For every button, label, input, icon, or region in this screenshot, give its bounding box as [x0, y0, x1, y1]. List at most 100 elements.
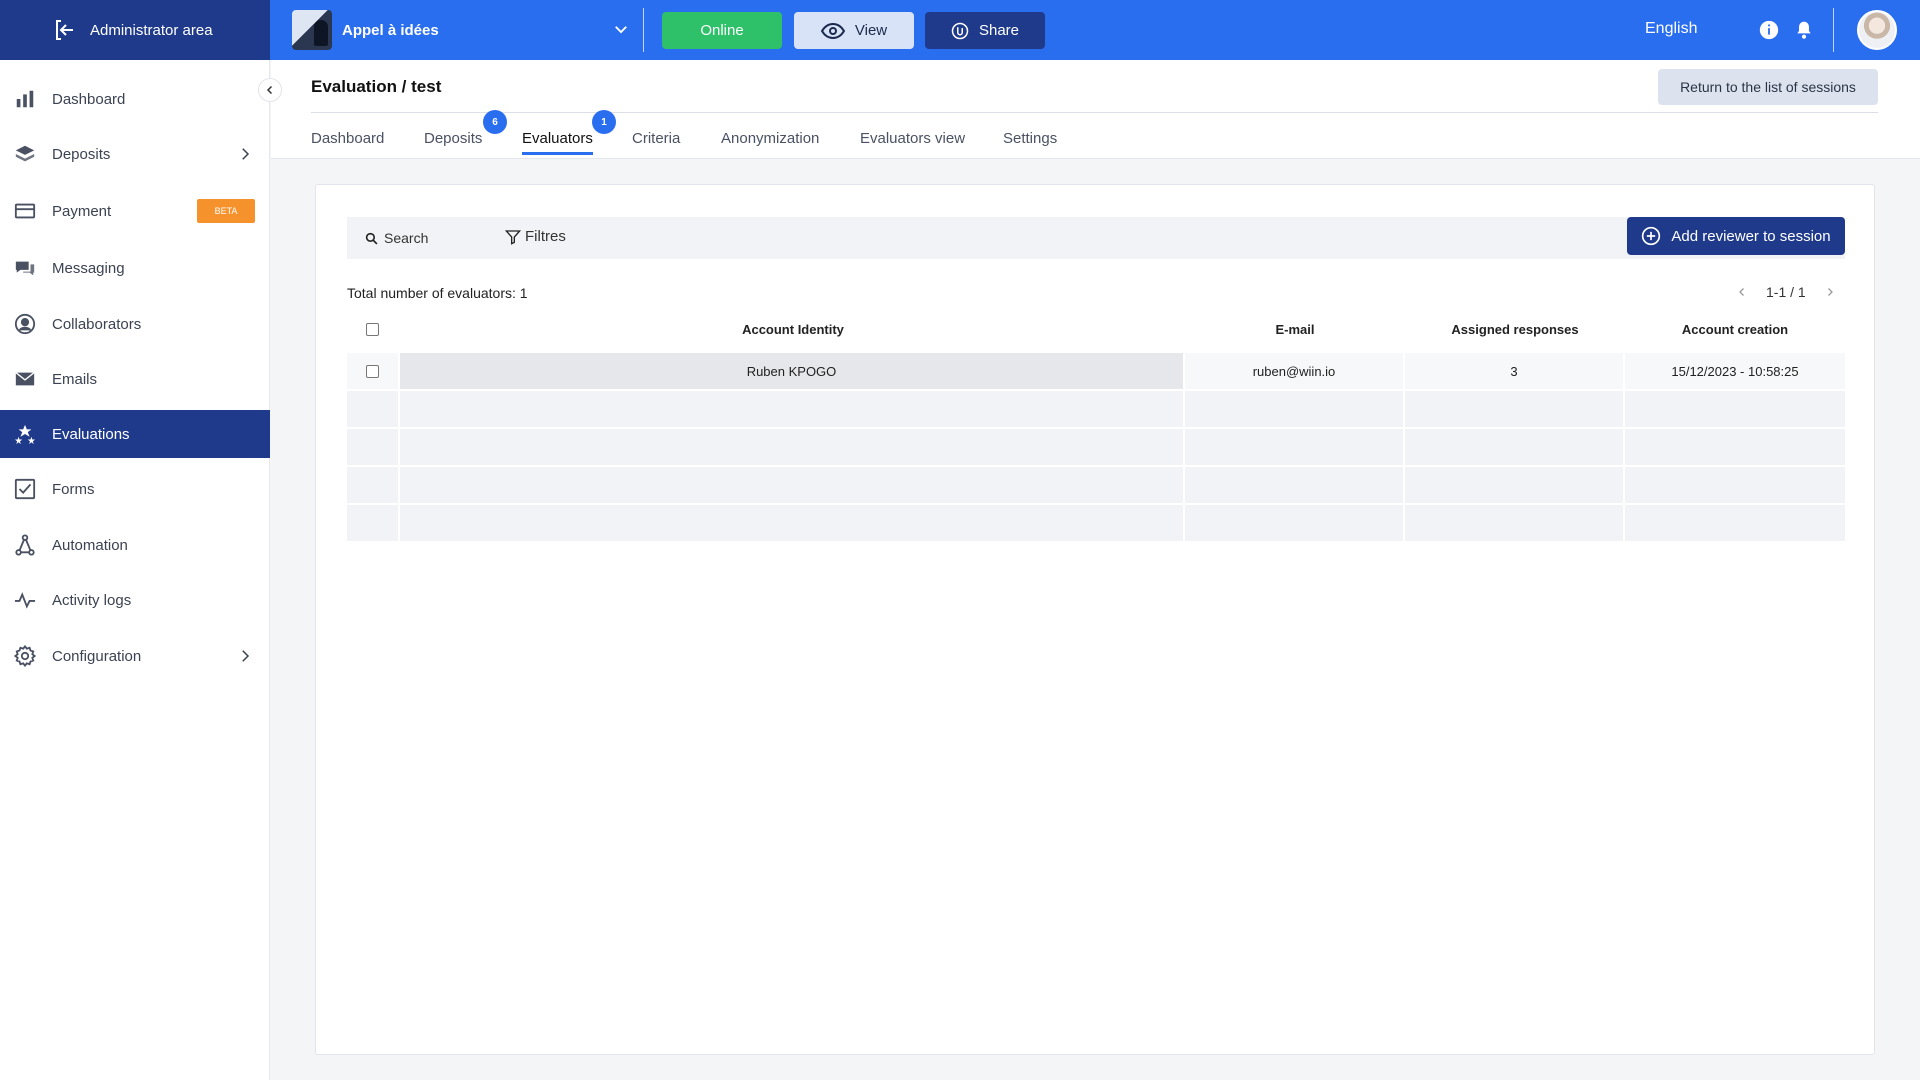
- column-header-assigned-responses[interactable]: Assigned responses: [1405, 322, 1625, 337]
- table-row[interactable]: Ruben KPOGO ruben@wiin.io 3 15/12/2023 -…: [347, 353, 1845, 391]
- sidebar-item-activity-logs[interactable]: Activity logs: [0, 576, 270, 624]
- total-evaluators-count: Total number of evaluators: 1: [347, 285, 528, 301]
- sidebar-item-label: Automation: [52, 536, 128, 554]
- bar-chart-icon: [16, 90, 34, 108]
- user-circle-icon: [14, 313, 36, 335]
- page-title: Evaluation / test: [311, 77, 442, 96]
- empty-cell: [400, 391, 1183, 427]
- top-bar: Administrator area Appel à idées Online …: [0, 0, 1920, 60]
- sidebar-item-dashboard[interactable]: Dashboard: [0, 75, 270, 123]
- sidebar-item-label: Configuration: [52, 647, 142, 665]
- sidebar-item-label: Deposits: [52, 145, 111, 163]
- exit-icon: [56, 20, 73, 40]
- online-button[interactable]: Online: [662, 12, 782, 49]
- table-toolbar: Search Filtres Add reviewer to session: [347, 217, 1845, 259]
- tab-evaluators[interactable]: Evaluators: [522, 130, 593, 155]
- info-icon[interactable]: [1758, 19, 1780, 41]
- plus-circle-icon: [1642, 226, 1661, 246]
- empty-cell: [347, 391, 398, 427]
- chevron-left-icon[interactable]: [1736, 286, 1748, 298]
- sidebar-item-label: Forms: [52, 480, 95, 498]
- table-row-empty: [347, 467, 1845, 505]
- evaluators-table-body: Ruben KPOGO ruben@wiin.io 3 15/12/2023 -…: [347, 353, 1845, 543]
- sidebar-item-forms[interactable]: Forms: [0, 465, 270, 513]
- sidebar-item-label: Dashboard: [52, 90, 126, 108]
- share-link-icon: [951, 22, 969, 39]
- table-row-empty: [347, 505, 1845, 543]
- add-reviewer-label: Add reviewer to session: [1671, 227, 1831, 245]
- table-row-empty: [347, 391, 1845, 429]
- chevron-right-icon: [242, 148, 250, 160]
- row-checkbox[interactable]: [366, 364, 379, 378]
- assigned-responses-cell: 3: [1405, 353, 1623, 389]
- sidebar-item-label: Payment: [52, 202, 112, 220]
- card-icon: [14, 203, 36, 219]
- empty-cell: [1185, 505, 1403, 541]
- sidebar-item-label: Collaborators: [52, 315, 142, 333]
- column-header-account-identity[interactable]: Account Identity: [401, 322, 1185, 337]
- evaluators-count-badge: 1: [592, 110, 616, 134]
- empty-cell: [347, 505, 398, 541]
- sidebar: Dashboard Deposits Payment BETA Messagin…: [0, 60, 270, 1080]
- sidebar-item-configuration[interactable]: Configuration: [0, 632, 270, 680]
- eye-icon: [820, 22, 845, 39]
- tab-settings[interactable]: Settings: [1003, 130, 1057, 147]
- empty-cell: [1625, 429, 1845, 465]
- empty-cell: [1405, 391, 1623, 427]
- header-divider: [311, 112, 1878, 113]
- search-placeholder: Search: [384, 230, 429, 246]
- empty-cell: [1405, 429, 1623, 465]
- return-to-sessions-button[interactable]: Return to the list of sessions: [1658, 69, 1878, 105]
- sidebar-item-payment[interactable]: Payment BETA: [0, 187, 270, 235]
- empty-cell: [400, 429, 1183, 465]
- tab-anonymization[interactable]: Anonymization: [721, 130, 819, 147]
- add-reviewer-button[interactable]: Add reviewer to session: [1627, 217, 1845, 255]
- empty-cell: [400, 505, 1183, 541]
- tab-evaluators-view[interactable]: Evaluators view: [860, 130, 965, 147]
- automation-icon: [15, 534, 35, 556]
- tab-dashboard[interactable]: Dashboard: [311, 130, 384, 147]
- sidebar-item-emails[interactable]: Emails: [0, 355, 270, 403]
- avatar[interactable]: [1857, 10, 1897, 50]
- sidebar-item-label: Emails: [52, 370, 98, 388]
- gear-icon: [14, 645, 36, 667]
- administrator-area-link[interactable]: Administrator area: [0, 0, 270, 60]
- empty-cell: [1625, 505, 1845, 541]
- filter-icon: [505, 229, 521, 245]
- project-selector[interactable]: Appel à idées: [292, 10, 439, 50]
- collapse-sidebar-button[interactable]: [258, 78, 282, 102]
- chat-icon: [15, 261, 35, 276]
- project-thumbnail: [292, 10, 332, 50]
- empty-cell: [1185, 391, 1403, 427]
- column-header-account-creation[interactable]: Account creation: [1625, 322, 1845, 337]
- column-header-email[interactable]: E-mail: [1185, 322, 1405, 337]
- online-label: Online: [700, 22, 744, 39]
- view-button[interactable]: View: [794, 12, 914, 49]
- sidebar-item-collaborators[interactable]: Collaborators: [0, 300, 270, 348]
- empty-cell: [1405, 467, 1623, 503]
- sidebar-item-deposits[interactable]: Deposits: [0, 130, 270, 178]
- bell-icon[interactable]: [1794, 19, 1814, 41]
- table-row-empty: [347, 429, 1845, 467]
- chevron-right-icon[interactable]: [1824, 286, 1836, 298]
- sidebar-item-messaging[interactable]: Messaging: [0, 244, 270, 292]
- sidebar-item-evaluations[interactable]: Evaluations: [0, 410, 270, 458]
- search-input[interactable]: Search: [365, 230, 428, 246]
- tab-deposits[interactable]: Deposits: [424, 130, 482, 147]
- empty-cell: [347, 429, 398, 465]
- pulse-icon: [14, 592, 36, 609]
- layers-icon: [15, 145, 35, 162]
- filters-label: Filtres: [525, 228, 566, 245]
- sidebar-item-automation[interactable]: Automation: [0, 521, 270, 569]
- filters-button[interactable]: Filtres: [505, 228, 566, 245]
- account-identity-cell: Ruben KPOGO: [400, 353, 1183, 389]
- tab-criteria[interactable]: Criteria: [632, 130, 680, 147]
- select-all-checkbox[interactable]: [366, 323, 379, 336]
- stars-icon: [14, 424, 36, 445]
- table-header: Account Identity E-mail Assigned respons…: [347, 313, 1845, 345]
- share-button[interactable]: Share: [925, 12, 1045, 49]
- account-creation-cell: 15/12/2023 - 10:58:25: [1625, 353, 1845, 389]
- chevron-down-icon[interactable]: [612, 20, 630, 38]
- language-selector[interactable]: English: [1645, 20, 1697, 38]
- sidebar-item-label: Messaging: [52, 259, 125, 277]
